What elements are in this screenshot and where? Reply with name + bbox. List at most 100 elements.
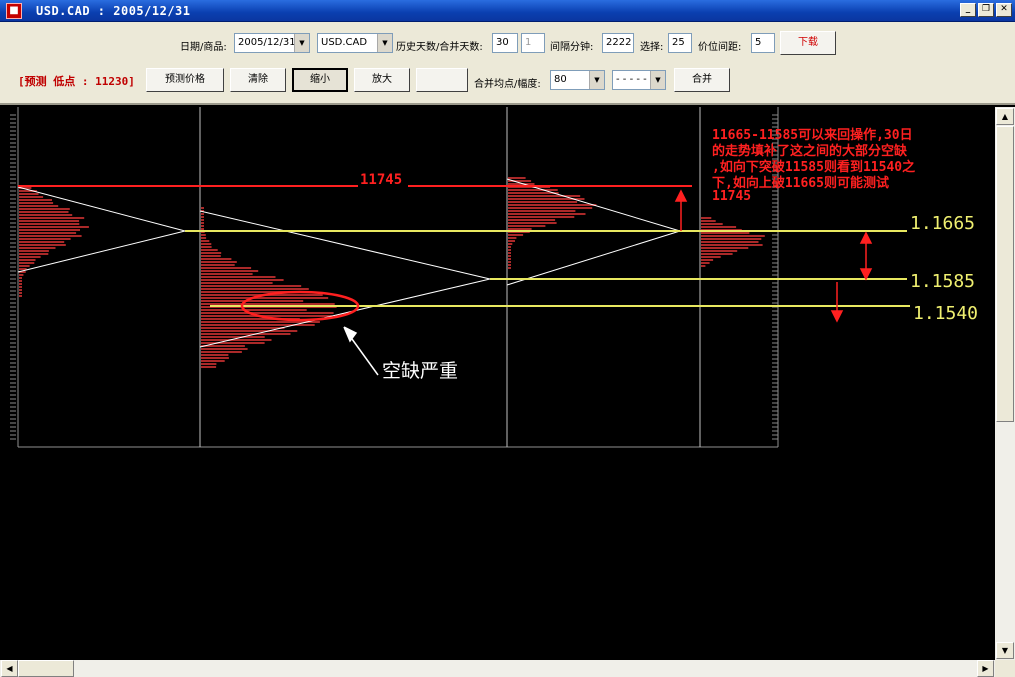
tpo-bar: [201, 270, 259, 272]
tpo-bar: [201, 285, 302, 287]
scroll-down-icon[interactable]: ▼: [996, 642, 1014, 659]
tpo-bar: [201, 219, 204, 221]
level-label-1-1665: 1.1665: [910, 213, 975, 234]
chevron-down-icon[interactable]: ▼: [377, 34, 392, 52]
date-select[interactable]: 2005/12/31 ▼: [234, 33, 310, 53]
merge-days-input[interactable]: 1: [521, 33, 545, 53]
window-title: USD.CAD : 2005/12/31: [36, 4, 191, 18]
price-spacing-input[interactable]: 5: [751, 33, 775, 53]
vertical-scroll-thumb[interactable]: [996, 126, 1014, 422]
annotation-line: 11665-11585可以来回操作,30日: [712, 127, 913, 143]
zoom-out-button[interactable]: 缩小: [292, 68, 348, 92]
arrow-up-icon: [674, 189, 688, 231]
tpo-bar: [201, 234, 206, 236]
select-label: 选择:: [640, 42, 664, 53]
tpo-bar: [19, 250, 49, 252]
tpo-bar: [201, 237, 207, 239]
tpo-bar: [201, 342, 265, 344]
tpo-bar: [19, 295, 22, 297]
download-button[interactable]: 下载: [780, 31, 836, 55]
tpo-bar: [201, 225, 204, 227]
tpo-bar: [508, 252, 511, 254]
predict-price-button[interactable]: 预测价格: [146, 68, 224, 92]
chevron-down-icon[interactable]: ▼: [650, 71, 665, 89]
tpo-bar: [201, 228, 204, 230]
merge-avg-select[interactable]: 80 ▼: [550, 70, 605, 90]
tpo-bar: [201, 273, 253, 275]
tpo-bar: [508, 219, 556, 221]
interval-input[interactable]: 2222: [602, 33, 634, 53]
zoom-in-button[interactable]: 放大: [354, 68, 410, 92]
vertical-scrollbar[interactable]: ▲ ▼: [995, 107, 1015, 660]
chevron-down-icon[interactable]: ▼: [294, 34, 309, 52]
tpo-bar: [508, 216, 575, 218]
tpo-bar: [201, 255, 221, 257]
tpo-bar: [508, 267, 511, 269]
tpo-bar: [508, 246, 511, 248]
arrow-down-icon: [830, 282, 844, 323]
tpo-bar: [201, 261, 237, 263]
tpo-bar: [701, 259, 714, 261]
tpo-bar: [19, 274, 24, 276]
tpo-bar: [701, 253, 733, 255]
tpo-bar: [508, 240, 515, 242]
level-lines: [18, 185, 910, 307]
symbol-select[interactable]: USD.CAD ▼: [317, 33, 393, 53]
tpo-bar: [201, 303, 335, 305]
tpo-bar: [19, 283, 22, 285]
tpo-bar: [201, 348, 248, 350]
clear-button[interactable]: 清除: [230, 68, 286, 92]
restore-icon[interactable]: ❐: [978, 3, 994, 17]
tpo-bar: [19, 205, 59, 207]
tpo-bar: [19, 232, 77, 234]
line-style-select[interactable]: - - - - - ▼: [612, 70, 666, 90]
minimize-icon[interactable]: _: [960, 3, 976, 17]
tpo-bar: [19, 220, 80, 222]
tpo-bar: [201, 258, 232, 260]
horizontal-scrollbar[interactable]: ◀ ▶: [0, 660, 995, 677]
pointer-arrow-icon: [343, 326, 379, 376]
tpo-bar: [508, 207, 593, 209]
tpo-bar: [201, 354, 229, 356]
tpo-bar: [508, 255, 511, 257]
history-days-input[interactable]: 30: [492, 33, 518, 53]
market-profile-chart[interactable]: 11745 1.1665 1.1585 1.1540 11665-11585可以…: [0, 107, 995, 660]
tpo-bar: [201, 366, 217, 368]
tpo-bar: [19, 286, 22, 288]
scroll-right-icon[interactable]: ▶: [977, 660, 994, 677]
tpo-bar: [19, 214, 73, 216]
line-style-value: - - - - -: [616, 74, 647, 85]
tpo-bar: [201, 243, 212, 245]
tpo-bar: [19, 277, 22, 279]
merge-button[interactable]: 合并: [674, 68, 730, 92]
annotation-line: 的走势填补了这之间的大部分空缺: [712, 143, 908, 159]
blank-button[interactable]: [416, 68, 468, 92]
tpo-bar: [508, 228, 532, 230]
tpo-bar: [701, 232, 750, 234]
chevron-down-icon[interactable]: ▼: [589, 71, 604, 89]
scroll-left-icon[interactable]: ◀: [1, 660, 18, 677]
select-input[interactable]: 25: [668, 33, 692, 53]
tpo-bar: [201, 240, 210, 242]
tpo-bar: [201, 288, 309, 290]
forecast-low-text: [预测 低点 : 11230]: [18, 75, 135, 88]
tpo-bar: [201, 297, 329, 299]
chart-canvas: 11745 1.1665 1.1585 1.1540 11665-11585可以…: [10, 107, 978, 448]
price-spacing-label: 价位间距:: [698, 42, 742, 53]
tpo-bar: [701, 235, 765, 237]
tpo-bar: [201, 207, 204, 209]
tpo-bar: [19, 253, 49, 255]
analysis-annotation: 11665-11585可以来回操作,30日 的走势填补了这之间的大部分空缺 ,如…: [712, 127, 915, 204]
tpo-bar: [19, 226, 89, 228]
tpo-bar: [508, 249, 511, 251]
app-logo-icon[interactable]: ■: [6, 3, 22, 19]
tpo-bar: [508, 261, 511, 263]
tpo-bar: [201, 357, 229, 359]
toolbar: 日期/商品: 2005/12/31 ▼ USD.CAD ▼ 历史天数/合并天数:…: [0, 22, 1015, 105]
horizontal-scroll-thumb[interactable]: [18, 660, 74, 677]
close-icon[interactable]: ✕: [996, 3, 1012, 17]
tpo-bar: [508, 225, 546, 227]
tpo-bar: [201, 360, 225, 362]
scroll-up-icon[interactable]: ▲: [996, 108, 1014, 125]
tpo-bar: [508, 204, 597, 206]
